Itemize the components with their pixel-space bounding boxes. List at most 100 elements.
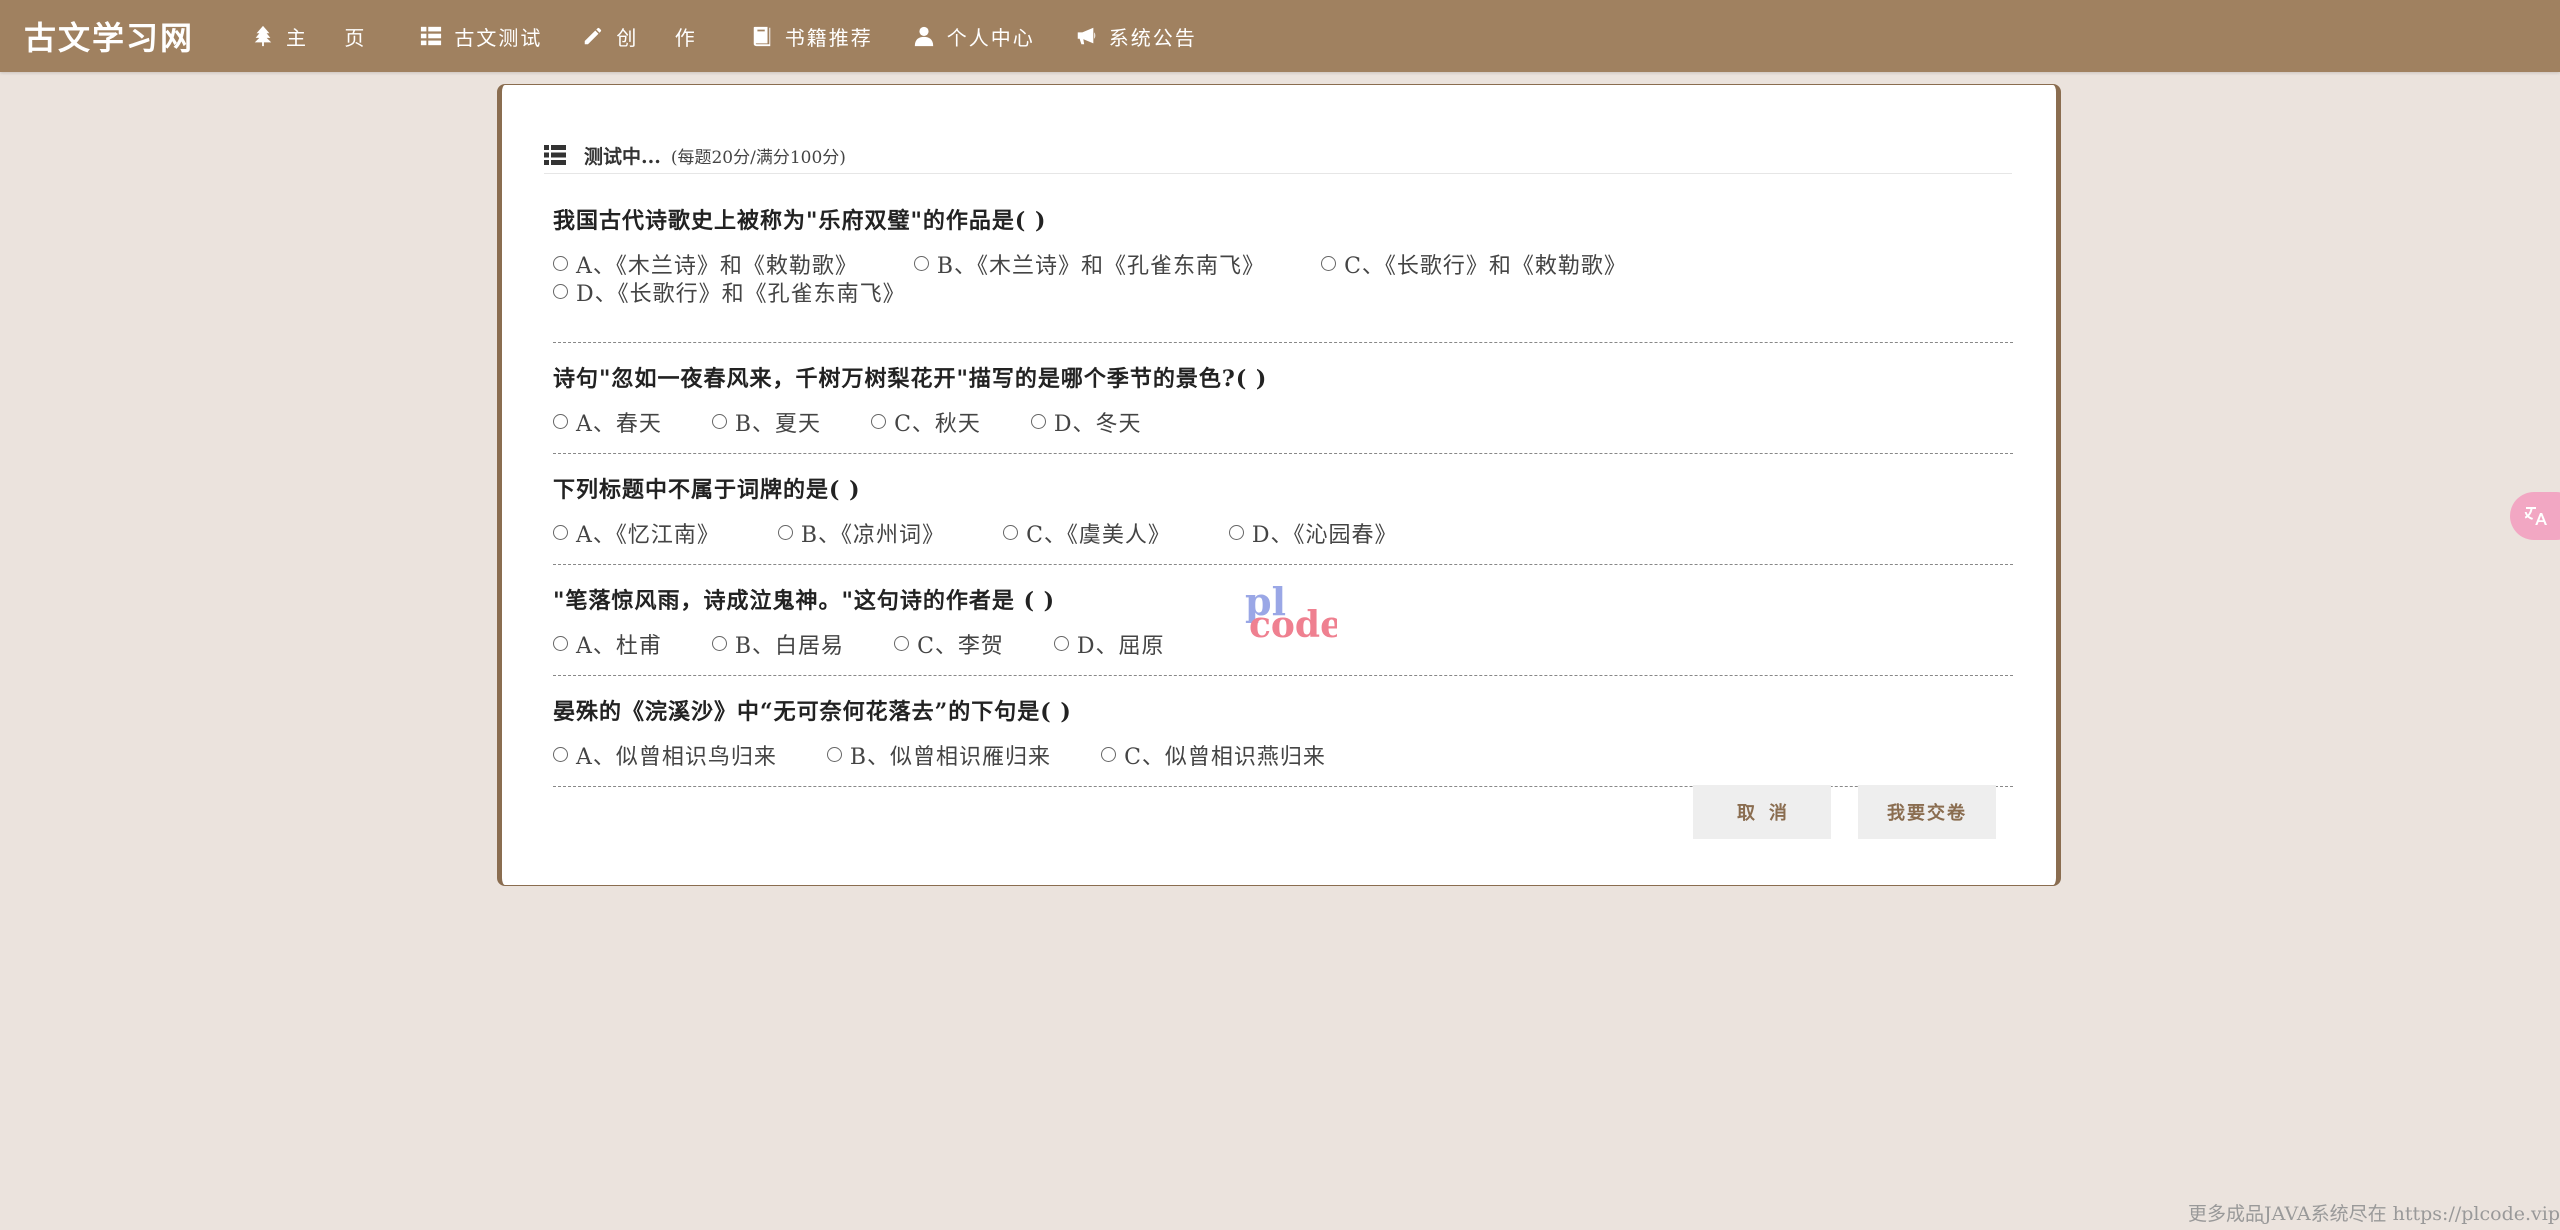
nav-item-label: 系统公告 <box>1108 25 1197 50</box>
option-label: C、《虞美人》 <box>1026 523 1171 548</box>
question-3: 下列标题中不属于词牌的是( ) A、《忆江南》 B、《凉州词》 C、《虞美人》 D、《… <box>553 454 2013 565</box>
footer-promo-text: 更多成品JAVA系统尽在 https://plcode.vip <box>2188 1203 2560 1225</box>
question-1: 我国古代诗歌史上被称为"乐府双璧"的作品是( ) A、《木兰诗》和《敕勒歌》 B、… <box>553 203 2013 343</box>
nav-item-create[interactable]: 创 作 <box>582 22 710 51</box>
plcode-watermark-logo: pl code <box>1245 581 1337 641</box>
option-radio[interactable]: B、《凉州词》 <box>777 522 946 550</box>
radio-circle[interactable] <box>1003 525 1019 540</box>
option-label: B、似曾相识雁归来 <box>849 745 1052 770</box>
option-group: A、《忆江南》 B、《凉州词》 C、《虞美人》 D、《沁园春》 <box>553 522 2013 550</box>
radio-circle[interactable] <box>553 747 568 762</box>
option-radio[interactable]: A、似曾相识鸟归来 <box>553 744 777 772</box>
radio-circle[interactable] <box>553 256 568 271</box>
nav-item-quiz[interactable]: 古文测试 <box>420 22 542 51</box>
book-icon <box>753 26 770 47</box>
option-label: A、《忆江南》 <box>576 523 720 548</box>
user-icon <box>914 26 933 47</box>
option-label: A、杜甫 <box>576 634 662 659</box>
option-group: A、春天 B、夏天 C、秋天 D、冬天 <box>553 411 2013 439</box>
option-radio[interactable]: C、李贺 <box>894 633 1004 661</box>
nav-item-label: 创 作 <box>616 25 711 50</box>
radio-circle[interactable] <box>553 636 568 651</box>
option-label: B、《木兰诗》和《孔雀东南飞》 <box>936 254 1266 279</box>
option-label: C、秋天 <box>894 412 981 437</box>
nav-item-announcements[interactable]: 系统公告 <box>1075 22 1197 51</box>
radio-circle[interactable] <box>1053 636 1069 651</box>
nav-item-profile[interactable]: 个人中心 <box>913 22 1035 51</box>
option-label: A、《木兰诗》和《敕勒歌》 <box>576 254 858 279</box>
option-label: A、似曾相识鸟归来 <box>576 745 777 770</box>
nav-item-label: 个人中心 <box>946 25 1035 50</box>
option-label: B、夏天 <box>734 412 822 437</box>
quiz-score-note: (每题20分/满分100分) <box>670 147 846 168</box>
radio-circle[interactable] <box>871 414 887 429</box>
watermark-text-code: code <box>1249 604 1337 641</box>
radio-circle[interactable] <box>711 414 727 429</box>
list-icon <box>421 26 442 46</box>
list-icon <box>544 145 566 165</box>
option-radio[interactable]: B、似曾相识雁归来 <box>826 744 1052 772</box>
quiz-status-title: 测试中... <box>584 145 661 168</box>
nav-item-label: 书籍推荐 <box>784 25 873 50</box>
option-group: A、似曾相识鸟归来 B、似曾相识雁归来 C、似曾相识燕归来 <box>553 744 2013 772</box>
option-radio[interactable]: D、《沁园春》 <box>1228 522 1398 550</box>
quiz-card: 测试中... (每题20分/满分100分) 我国古代诗歌史上被称为"乐府双璧"的… <box>497 84 2061 886</box>
option-radio[interactable]: A、杜甫 <box>553 633 662 661</box>
option-radio[interactable]: A、春天 <box>553 411 662 439</box>
radio-circle[interactable] <box>913 256 929 271</box>
option-radio[interactable]: C、《虞美人》 <box>1003 522 1171 550</box>
pencil-icon <box>585 27 602 45</box>
top-navbar: 古文学习网 主 页 古文测试 创 作 书籍推荐 个人中心 系统公告 <box>0 0 2560 72</box>
option-label: C、《长歌行》和《敕勒歌》 <box>1344 254 1627 279</box>
question-2: 诗句"忽如一夜春风来，千树万树梨花开"描写的是哪个季节的景色?( ) A、春天 B… <box>553 343 2013 454</box>
bullhorn-icon <box>1077 27 1096 45</box>
option-label: D、冬天 <box>1053 412 1142 437</box>
option-label: C、似曾相识燕归来 <box>1124 745 1326 770</box>
option-radio[interactable]: D、《长歌行》和《孔雀东南飞》 <box>553 281 906 309</box>
option-radio[interactable]: A、《忆江南》 <box>553 522 720 550</box>
radio-circle[interactable] <box>553 525 568 540</box>
radio-circle[interactable] <box>1321 256 1337 271</box>
question-text: 晏殊的《浣溪沙》中“无可奈何花落去”的下句是( ) <box>553 699 1072 725</box>
option-label: A、春天 <box>576 412 662 437</box>
radio-circle[interactable] <box>553 414 568 429</box>
option-radio[interactable]: C、《长歌行》和《敕勒歌》 <box>1321 253 1627 281</box>
translate-icon <box>2524 507 2547 525</box>
question-text: 诗句"忽如一夜春风来，千树万树梨花开"描写的是哪个季节的景色?( ) <box>553 366 1268 392</box>
option-label: B、白居易 <box>734 634 845 659</box>
radio-circle[interactable] <box>711 636 727 651</box>
radio-circle[interactable] <box>1228 525 1244 540</box>
submit-exam-button[interactable]: 我要交卷 <box>1858 785 1996 839</box>
translate-widget[interactable] <box>2510 492 2560 540</box>
nav-item-home[interactable]: 主 页 <box>252 22 380 51</box>
option-radio[interactable]: D、冬天 <box>1030 411 1142 439</box>
quiz-header: 测试中... (每题20分/满分100分) <box>544 137 2012 174</box>
nav-item-label: 古文测试 <box>454 25 543 50</box>
option-label: D、《沁园春》 <box>1251 523 1398 548</box>
radio-circle[interactable] <box>553 284 568 299</box>
option-radio[interactable]: B、《木兰诗》和《孔雀东南飞》 <box>913 253 1266 281</box>
nav-item-label: 主 页 <box>286 25 381 50</box>
radio-circle[interactable] <box>1030 414 1046 429</box>
option-radio[interactable]: B、夏天 <box>711 411 822 439</box>
option-radio[interactable]: A、《木兰诗》和《敕勒歌》 <box>553 253 858 281</box>
site-logo[interactable]: 古文学习网 <box>24 13 194 59</box>
nav-item-books[interactable]: 书籍推荐 <box>751 22 873 51</box>
question-5: 晏殊的《浣溪沙》中“无可奈何花落去”的下句是( ) A、似曾相识鸟归来 B、似曾相… <box>553 676 2013 787</box>
option-label: B、《凉州词》 <box>800 523 946 548</box>
cancel-button[interactable]: 取消 <box>1693 785 1831 839</box>
question-text: 下列标题中不属于词牌的是( ) <box>553 477 861 503</box>
radio-circle[interactable] <box>894 636 910 651</box>
option-label: C、李贺 <box>917 634 1004 659</box>
radio-circle[interactable] <box>826 747 842 762</box>
tree-icon <box>254 25 272 47</box>
radio-circle[interactable] <box>1101 747 1117 762</box>
option-label: D、屈原 <box>1076 634 1165 659</box>
option-group: A、《木兰诗》和《敕勒歌》 B、《木兰诗》和《孔雀东南飞》 C、《长歌行》和《敕勒歌… <box>553 253 2013 309</box>
option-label: D、《长歌行》和《孔雀东南飞》 <box>576 282 906 307</box>
option-radio[interactable]: C、似曾相识燕归来 <box>1101 744 1326 772</box>
option-radio[interactable]: C、秋天 <box>871 411 981 439</box>
radio-circle[interactable] <box>777 525 793 540</box>
option-radio[interactable]: B、白居易 <box>711 633 845 661</box>
option-radio[interactable]: D、屈原 <box>1053 633 1165 661</box>
